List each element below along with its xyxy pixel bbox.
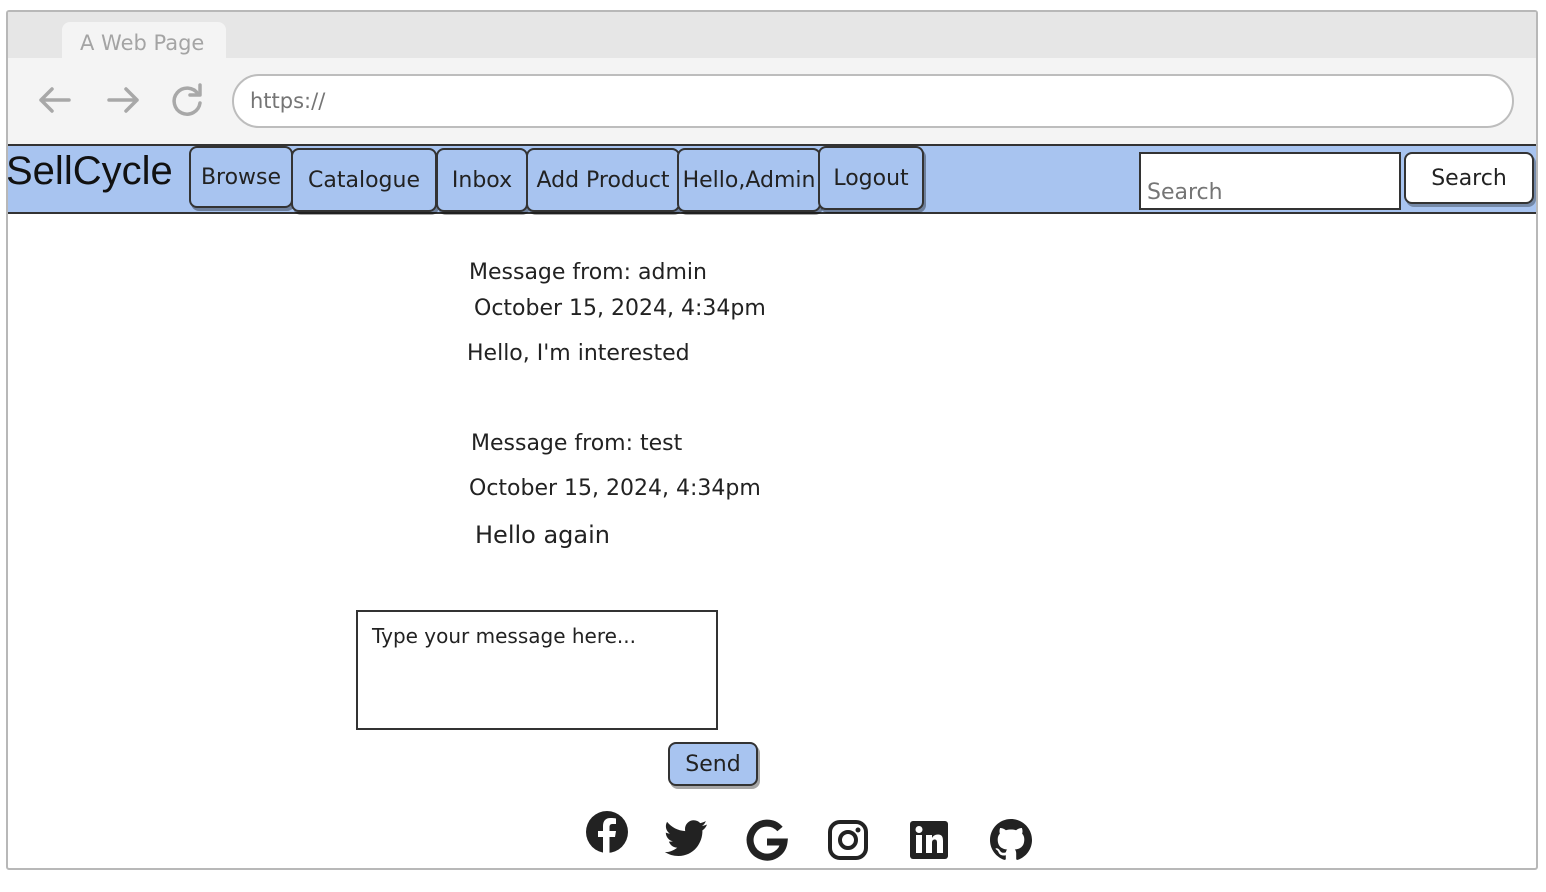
site-navbar: SellCycle Browse Catalogue Inbox Add Pro…: [8, 144, 1536, 214]
nav-add-product-button[interactable]: Add Product: [526, 148, 680, 212]
instagram-icon: [828, 820, 868, 860]
github-link[interactable]: [989, 818, 1033, 862]
facebook-link[interactable]: [585, 810, 629, 854]
nav-catalogue-button[interactable]: Catalogue: [291, 148, 437, 212]
message-sender: Message from: test: [471, 431, 683, 456]
browser-window: A Web Page SellCycle Browse Catalogue In…: [6, 10, 1538, 870]
nav-hello-admin-button[interactable]: Hello,Admin: [677, 148, 821, 212]
instagram-link[interactable]: [826, 818, 870, 862]
search-input[interactable]: [1139, 152, 1401, 210]
browser-tab[interactable]: A Web Page: [62, 22, 226, 60]
site-brand[interactable]: SellCycle: [8, 146, 173, 196]
back-button[interactable]: [35, 80, 75, 120]
nav-inbox-button[interactable]: Inbox: [436, 148, 528, 212]
message-body: Hello, I'm interested: [467, 341, 690, 366]
search-button[interactable]: Search: [1404, 152, 1534, 204]
message-body: Hello again: [475, 521, 610, 549]
linkedin-icon: [910, 821, 948, 859]
google-link[interactable]: [745, 818, 789, 862]
nav-browse-button[interactable]: Browse: [189, 146, 293, 208]
linkedin-link[interactable]: [907, 818, 951, 862]
tab-strip: A Web Page: [8, 12, 1536, 60]
nav-logout-button[interactable]: Logout: [818, 146, 924, 210]
forward-button[interactable]: [103, 80, 143, 120]
twitter-icon: [664, 820, 707, 856]
message-timestamp: October 15, 2024, 4:34pm: [469, 476, 761, 501]
message-sender: Message from: admin: [469, 260, 707, 285]
reload-button[interactable]: [167, 80, 207, 120]
facebook-icon: [586, 811, 628, 853]
browser-toolbar: [8, 58, 1536, 144]
url-bar[interactable]: [232, 74, 1514, 128]
send-button[interactable]: Send: [668, 742, 758, 786]
twitter-link[interactable]: [664, 816, 708, 860]
message-timestamp: October 15, 2024, 4:34pm: [474, 296, 766, 321]
message-compose-field[interactable]: [356, 610, 718, 730]
github-icon: [990, 819, 1032, 860]
google-icon: [746, 819, 788, 861]
arrow-right-icon: [107, 87, 139, 113]
reload-icon: [172, 83, 202, 116]
arrow-left-icon: [39, 87, 71, 113]
